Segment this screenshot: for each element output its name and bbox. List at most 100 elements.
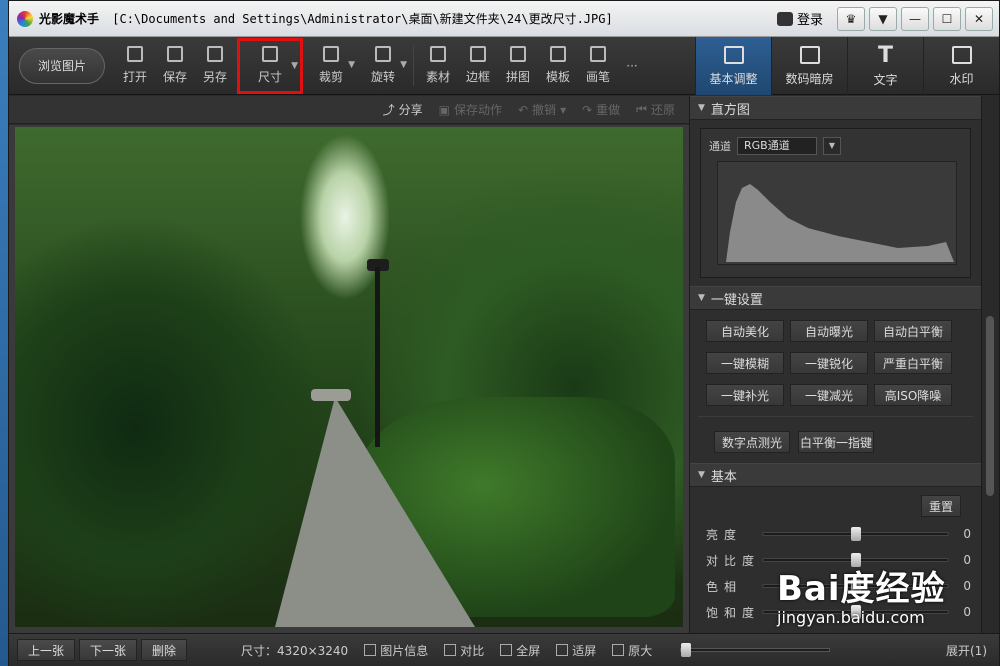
sharpen-button[interactable]: 一键锐化 (790, 352, 868, 374)
tab-darkroom[interactable]: 数码暗房 (771, 37, 847, 95)
resize-tool[interactable]: 尺寸 ▼ (237, 37, 303, 94)
white-balance-picker-button[interactable]: 白平衡一指键 (798, 431, 874, 453)
open-icon (127, 46, 143, 62)
save-tool[interactable]: 保存 (155, 40, 195, 92)
login-button[interactable]: 登录 (767, 6, 833, 32)
slider-label: 色相 (706, 579, 743, 594)
browse-images-button[interactable]: 浏览图片 (19, 47, 105, 84)
chevron-down-icon[interactable]: ▼ (400, 60, 407, 70)
collapse-icon: ▼ (698, 293, 705, 303)
one-click-header[interactable]: ▼ 一键设置 (690, 286, 981, 310)
tool-label: 模板 (545, 70, 570, 84)
chevron-down-icon[interactable]: ▼ (291, 61, 298, 71)
auto-white-balance-button[interactable]: 自动白平衡 (874, 320, 952, 342)
brightness-slider-row: 亮度 0 (690, 521, 981, 547)
image-canvas[interactable] (9, 125, 689, 633)
crop-tool[interactable]: 裁剪 ▼ (305, 40, 357, 92)
save-action-label: 保存动作 (453, 103, 502, 117)
bottom-label: 全屏 (516, 643, 541, 658)
basic-header[interactable]: ▼ 基本 (690, 463, 981, 487)
fit-screen-button[interactable]: 适屏 (556, 642, 596, 659)
auto-enhance-button[interactable]: 自动美化 (706, 320, 784, 342)
auto-exposure-button[interactable]: 自动曝光 (790, 320, 868, 342)
title-bar: 光影魔术手 [C:\Documents and Settings\Adminis… (9, 1, 999, 37)
slider-knob[interactable] (850, 527, 861, 541)
reduce-light-button[interactable]: 一键减光 (790, 384, 868, 406)
chevron-down-icon[interactable]: ▾ (560, 103, 566, 117)
tool-label: 旋转 (370, 70, 395, 84)
chevron-down-icon[interactable]: ▼ (823, 137, 841, 155)
photo[interactable] (15, 127, 683, 627)
fullscreen-icon (500, 644, 513, 656)
redo-button[interactable]: ↷ 重做 (582, 101, 620, 118)
share-button[interactable]: ⤴ 分享 (383, 101, 423, 118)
strict-white-balance-button[interactable]: 严重白平衡 (874, 352, 952, 374)
close-button[interactable]: ✕ (965, 6, 993, 31)
slider-value: 0 (963, 527, 971, 541)
collage-tool[interactable]: 拼图 (498, 40, 538, 92)
panel-scrollbar[interactable] (981, 96, 999, 633)
iso-denoise-button[interactable]: 高ISO降噪 (874, 384, 952, 406)
restore-button[interactable]: ⏮ 还原 (636, 101, 675, 118)
collapse-icon: ▼ (698, 103, 705, 113)
tab-basic-adjust[interactable]: 基本调整 (695, 37, 771, 95)
tool-label: 打开 (122, 70, 147, 84)
brightness-slider[interactable] (762, 527, 949, 541)
open-tool[interactable]: 打开 (115, 40, 155, 92)
image-info-button[interactable]: 图片信息 (364, 642, 428, 659)
tab-text[interactable]: T 文字 (847, 37, 923, 95)
blur-button[interactable]: 一键模糊 (706, 352, 784, 374)
metering-buttons: 数字点测光 白平衡一指键 (698, 416, 973, 463)
skin-button[interactable]: ♛ (837, 6, 865, 31)
reset-button[interactable]: 重置 (921, 495, 961, 517)
zoom-knob[interactable] (681, 643, 692, 657)
bottom-label: 对比 (460, 643, 485, 658)
app-name: 光影魔术手 (39, 12, 100, 26)
next-image-button[interactable]: 下一张 (79, 639, 138, 661)
app-window: 光影魔术手 [C:\Documents and Settings\Adminis… (8, 0, 1000, 666)
tab-watermark[interactable]: 水印 (923, 37, 999, 95)
undo-button[interactable]: ↶ 撤销 ▾ (518, 101, 566, 118)
zoom-slider[interactable] (680, 643, 831, 657)
histogram-graph (717, 161, 957, 265)
frame-icon (470, 46, 486, 62)
section-title: 基本 (710, 469, 737, 485)
slider-value: 0 (963, 605, 971, 619)
brush-tool[interactable]: 画笔 (578, 40, 618, 92)
maximize-button[interactable]: ☐ (933, 6, 961, 31)
fill-light-button[interactable]: 一键补光 (706, 384, 784, 406)
material-tool[interactable]: 素材 (418, 40, 458, 92)
file-path: [C:\Documents and Settings\Administrator… (112, 12, 613, 26)
tab-label: 文字 (873, 72, 898, 87)
save-as-tool[interactable]: 另存 (195, 40, 235, 92)
section-title: 一键设置 (710, 292, 763, 308)
compare-button[interactable]: 对比 (444, 642, 484, 659)
toolbar-divider (413, 45, 414, 86)
tool-label: 拼图 (505, 70, 530, 84)
chevron-down-icon[interactable]: ▼ (348, 60, 355, 70)
share-label: 分享 (398, 103, 423, 117)
original-size-button[interactable]: 原大 (612, 642, 652, 659)
fullscreen-button[interactable]: 全屏 (500, 642, 540, 659)
prev-image-button[interactable]: 上一张 (17, 639, 76, 661)
photo-path-top (311, 389, 351, 401)
scroll-thumb[interactable] (986, 316, 994, 496)
rotate-tool[interactable]: 旋转 ▼ (357, 40, 409, 92)
delete-button[interactable]: 删除 (141, 639, 188, 661)
image-size: 尺寸：4320×3240 (241, 643, 349, 658)
window-title: 光影魔术手 [C:\Documents and Settings\Adminis… (39, 10, 767, 27)
minimize-button[interactable]: — (901, 6, 929, 31)
more-tools-button[interactable]: ··· (618, 59, 646, 73)
expand-button[interactable]: 展开(1) (946, 642, 987, 659)
histogram-header[interactable]: ▼ 直方图 (690, 96, 981, 120)
border-tool[interactable]: 边框 (458, 40, 498, 92)
save-action-button[interactable]: ▣ 保存动作 (439, 101, 502, 118)
share-icon: ⤴ (382, 103, 395, 117)
tool-label: 边框 (465, 70, 490, 84)
channel-select[interactable]: RGB通道 (737, 137, 817, 155)
template-tool[interactable]: 模板 (538, 40, 578, 92)
menu-button[interactable]: ▼ (869, 6, 897, 31)
section-title: 直方图 (710, 102, 750, 118)
spot-metering-button[interactable]: 数字点测光 (714, 431, 790, 453)
template-icon (550, 46, 566, 62)
